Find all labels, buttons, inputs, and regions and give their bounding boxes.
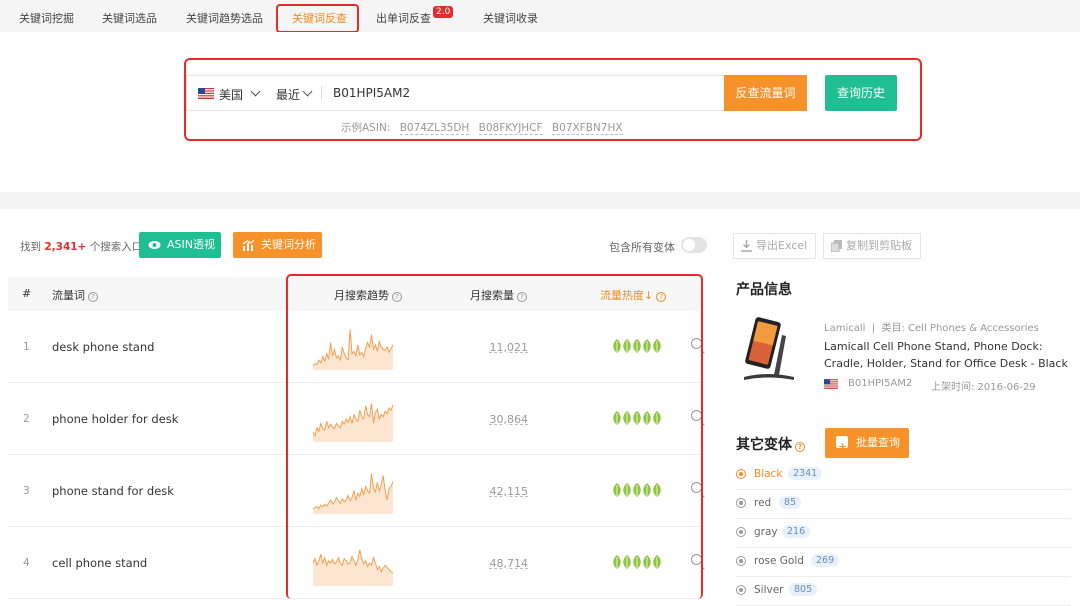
- row-keyword[interactable]: phone holder for desk: [52, 412, 178, 426]
- asin-insight-button[interactable]: ASIN透视: [139, 232, 221, 258]
- variant-count-badge: 269: [811, 554, 840, 567]
- include-variants-toggle[interactable]: [681, 237, 707, 253]
- result-count: 找到 2,341+ 个搜索入口: [20, 241, 143, 253]
- radio-icon[interactable]: [736, 469, 746, 479]
- variant-count-badge: 805: [789, 583, 818, 596]
- variant-name: rose Gold: [754, 555, 804, 567]
- eye-icon: [148, 241, 161, 249]
- help-icon[interactable]: ?: [88, 292, 98, 302]
- variant-name: gray: [754, 526, 778, 538]
- search-highlight-box: [184, 58, 922, 141]
- tab-keyword-mining[interactable]: 关键词挖掘: [19, 10, 74, 26]
- radio-icon[interactable]: [736, 527, 746, 537]
- trend-columns-highlight: [286, 274, 703, 599]
- radio-icon[interactable]: [736, 585, 746, 595]
- tab-keyword-product-selection[interactable]: 关键词选品: [102, 10, 157, 26]
- variant-item[interactable]: rose Gold 269: [736, 548, 1071, 577]
- product-listing-date: 上架时间: 2016-06-29: [931, 382, 1036, 393]
- row-index: 2: [23, 413, 30, 425]
- product-asin[interactable]: B01HPI5AM2: [848, 378, 912, 389]
- row-keyword[interactable]: cell phone stand: [52, 556, 147, 570]
- variant-item[interactable]: gray 216: [736, 519, 1071, 548]
- result-count-value: 2,341+: [44, 241, 87, 253]
- copy-icon: [831, 240, 842, 252]
- variant-item[interactable]: red 85: [736, 490, 1071, 519]
- product-brand-category: Lamicall | 类目: Cell Phones & Accessories: [824, 323, 1039, 334]
- variant-item[interactable]: Black 2341: [736, 461, 1071, 490]
- keyword-analysis-button[interactable]: 关键词分析: [233, 232, 322, 258]
- version-badge: 2.0: [433, 6, 454, 18]
- section-divider: [0, 192, 1080, 209]
- chart-icon: [242, 239, 255, 251]
- column-index: #: [22, 287, 32, 300]
- us-flag-icon: [824, 379, 838, 389]
- include-variants-label: 包含所有变体: [609, 241, 675, 254]
- variant-item[interactable]: Silver 805: [736, 577, 1071, 606]
- radio-icon[interactable]: [736, 556, 746, 566]
- active-tab-highlight: [276, 4, 359, 33]
- row-index: 3: [23, 485, 30, 497]
- top-tab-bar: 关键词挖掘 关键词选品 关键词趋势选品 关键词反查 出单词反查 关键词收录 2.…: [0, 0, 1080, 32]
- product-info-title: 产品信息: [736, 282, 792, 298]
- product-image: [744, 317, 794, 380]
- variant-name: Black: [754, 468, 783, 480]
- other-variants-title: 其它变体?: [736, 434, 805, 454]
- variant-count-badge: 2341: [788, 467, 823, 480]
- row-keyword[interactable]: desk phone stand: [52, 340, 154, 354]
- variant-count-badge: 216: [782, 525, 811, 538]
- batch-query-button[interactable]: 批量查询: [825, 428, 909, 462]
- row-keyword[interactable]: phone stand for desk: [52, 484, 174, 498]
- row-index: 4: [23, 557, 30, 569]
- tab-keyword-indexing[interactable]: 关键词收录: [483, 10, 538, 26]
- variant-name: Silver: [754, 584, 784, 596]
- help-icon[interactable]: ?: [795, 442, 805, 452]
- variant-count-badge: 85: [779, 496, 802, 509]
- tab-keyword-trend-selection[interactable]: 关键词趋势选品: [186, 10, 263, 26]
- row-index: 1: [23, 341, 30, 353]
- export-excel-button[interactable]: 导出Excel: [733, 233, 817, 259]
- add-icon: [836, 432, 848, 462]
- tab-order-keyword-reverse[interactable]: 出单词反查: [376, 10, 431, 26]
- copy-clipboard-button[interactable]: 复制到剪贴板: [823, 233, 921, 259]
- download-icon: [741, 240, 752, 252]
- column-keyword: 流量词?: [52, 287, 98, 303]
- radio-icon[interactable]: [736, 498, 746, 508]
- product-title[interactable]: Lamicall Cell Phone Stand, Phone Dock: C…: [824, 338, 1074, 372]
- variant-name: red: [754, 497, 772, 509]
